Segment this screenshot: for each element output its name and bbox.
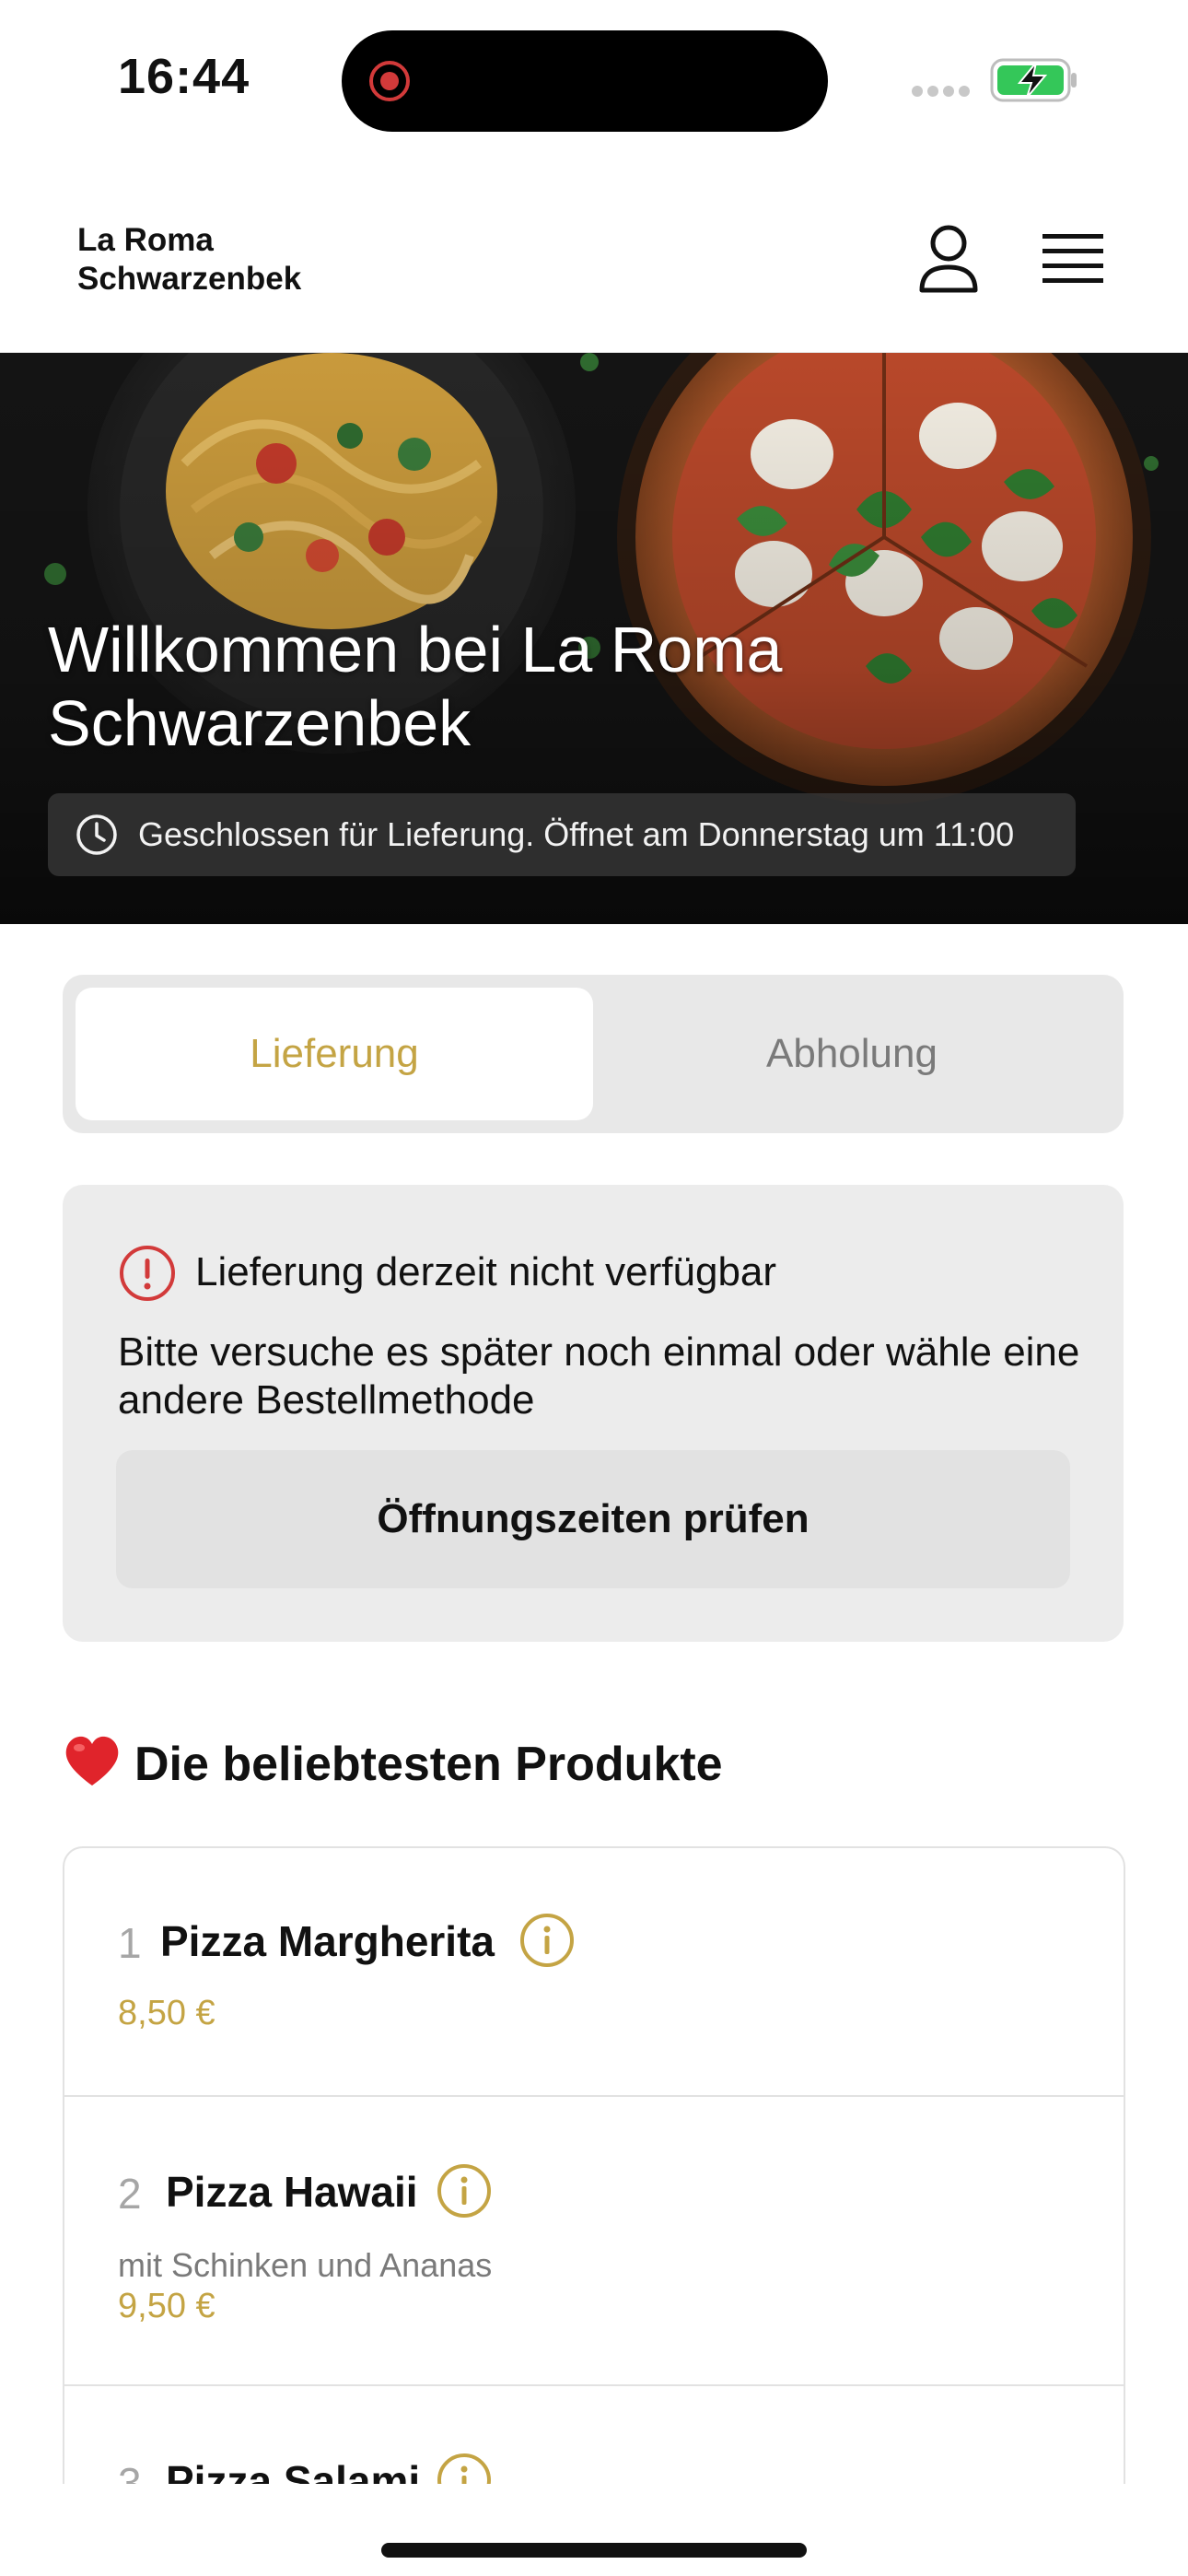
clock-icon xyxy=(76,814,117,855)
product-name: Pizza Margherita xyxy=(160,1917,495,1965)
brand-line-1: La Roma xyxy=(77,222,214,258)
brand-line-2: Schwarzenbek xyxy=(77,261,302,297)
info-icon[interactable] xyxy=(519,1913,575,1968)
tab-abholung[interactable]: Abholung xyxy=(593,988,1111,1120)
recording-indicator-icon xyxy=(369,61,410,101)
hero-banner: Willkommen bei La Roma Schwarzenbek Gesc… xyxy=(0,353,1188,924)
popular-products-title: Die beliebtesten Produkte xyxy=(134,1738,723,1791)
status-time: 16:44 xyxy=(118,49,250,104)
product-name: Pizza Hawaii xyxy=(166,2168,418,2216)
app-header: La Roma Schwarzenbek xyxy=(0,166,1188,354)
heart-icon xyxy=(65,1736,119,1786)
info-icon[interactable] xyxy=(437,2163,492,2219)
hero-title: Willkommen bei La Roma Schwarzenbek xyxy=(48,613,1061,760)
product-description: mit Schinken und Ananas xyxy=(118,2246,493,2284)
product-rank: 1 xyxy=(118,1919,142,1967)
product-price: 8,50 € xyxy=(118,1994,215,2032)
order-mode-switch: Lieferung Abholung xyxy=(63,975,1124,1133)
hero-title-line-1: Willkommen bei La Roma xyxy=(48,614,783,685)
product-rank: 2 xyxy=(118,2170,142,2218)
bottom-safe-area xyxy=(0,2484,1188,2576)
dynamic-island xyxy=(342,30,828,132)
notice-heading: Lieferung derzeit nicht verfügbar xyxy=(195,1249,777,1294)
notice-body: Bitte versuche es später noch einmal ode… xyxy=(118,1329,1080,1423)
product-row[interactable]: 1 Pizza Margherita 8,50 € xyxy=(64,1848,1124,2097)
popular-products-list: 1 Pizza Margherita 8,50 € 2 Pizza Hawaii… xyxy=(63,1846,1125,2530)
opening-status-text: Geschlossen für Lieferung. Öffnet am Don… xyxy=(138,815,1015,853)
signal-icon xyxy=(912,86,970,97)
opening-status-banner: Geschlossen für Lieferung. Öffnet am Don… xyxy=(48,793,1076,876)
product-price: 9,50 € xyxy=(118,2287,215,2325)
tab-lieferung[interactable]: Lieferung xyxy=(76,988,593,1120)
alert-circle-icon xyxy=(120,1246,175,1301)
check-opening-hours-button[interactable]: Öffnungszeiten prüfen xyxy=(116,1450,1070,1588)
popular-products-heading: Die beliebtesten Produkte xyxy=(63,1734,723,1808)
hamburger-menu-icon[interactable] xyxy=(1042,230,1103,286)
delivery-unavailable-notice: Lieferung derzeit nicht verfügbar Bitte … xyxy=(63,1185,1124,1642)
home-indicator[interactable] xyxy=(381,2543,807,2558)
product-row[interactable]: 2 Pizza Hawaii mit Schinken und Ananas 9… xyxy=(64,2097,1124,2386)
hero-title-line-2: Schwarzenbek xyxy=(48,687,472,759)
battery-charging-icon xyxy=(990,58,1077,102)
restaurant-name[interactable]: La Roma Schwarzenbek xyxy=(77,221,446,299)
person-icon[interactable] xyxy=(917,223,980,295)
status-bar: 16:44 xyxy=(0,0,1188,166)
